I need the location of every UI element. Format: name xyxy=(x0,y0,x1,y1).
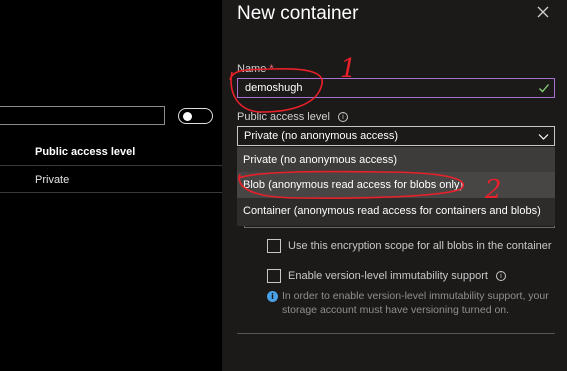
immutability-label-text: Enable version-level immutability suppor… xyxy=(288,270,488,282)
close-icon[interactable] xyxy=(536,5,550,19)
required-marker: * xyxy=(269,63,274,75)
access-level-selected-value: Private (no anonymous access) xyxy=(244,130,399,142)
table-cell-access-level: Private xyxy=(35,174,70,186)
column-header-public-access[interactable]: Public access level xyxy=(35,146,135,158)
access-level-dropdown: Private (no anonymous access) Blob (anon… xyxy=(237,147,555,226)
chevron-down-icon xyxy=(538,134,549,140)
panel-title: New container xyxy=(237,3,359,24)
show-deleted-toggle[interactable] xyxy=(178,108,213,124)
option-blob[interactable]: Blob (anonymous read access for blobs on… xyxy=(237,172,555,198)
encryption-scope-label: Use this encryption scope for all blobs … xyxy=(288,240,552,252)
option-container[interactable]: Container (anonymous read access for con… xyxy=(237,198,555,224)
immutability-label: Enable version-level immutability suppor… xyxy=(288,270,506,282)
access-level-label: Public access level i xyxy=(237,111,348,123)
container-list-pane: Public access level Private xyxy=(0,0,222,371)
name-input-value: demoshugh xyxy=(245,82,303,94)
immutability-note-text: In order to enable version-level immutab… xyxy=(282,290,549,316)
info-icon[interactable]: i xyxy=(496,271,506,282)
access-level-label-text: Public access level xyxy=(237,111,330,123)
toggle-knob xyxy=(183,111,192,121)
encryption-scope-checkbox[interactable] xyxy=(267,239,281,253)
footer-divider xyxy=(237,333,555,334)
info-filled-icon: i xyxy=(267,291,278,302)
name-input[interactable]: demoshugh xyxy=(237,78,555,98)
row-divider xyxy=(0,192,222,193)
checkmark-icon xyxy=(539,84,549,93)
name-label: Name * xyxy=(237,63,274,75)
immutability-note: i In order to enable version-level immut… xyxy=(267,289,557,317)
filter-input[interactable] xyxy=(0,106,165,125)
name-label-text: Name xyxy=(237,63,267,75)
row-divider xyxy=(0,165,222,166)
info-icon[interactable]: i xyxy=(338,112,348,123)
access-level-select[interactable]: Private (no anonymous access) xyxy=(237,126,555,146)
new-container-panel: New container Name * demoshugh Public ac… xyxy=(222,0,567,371)
option-private[interactable]: Private (no anonymous access) xyxy=(237,147,555,173)
immutability-checkbox[interactable] xyxy=(267,269,281,283)
